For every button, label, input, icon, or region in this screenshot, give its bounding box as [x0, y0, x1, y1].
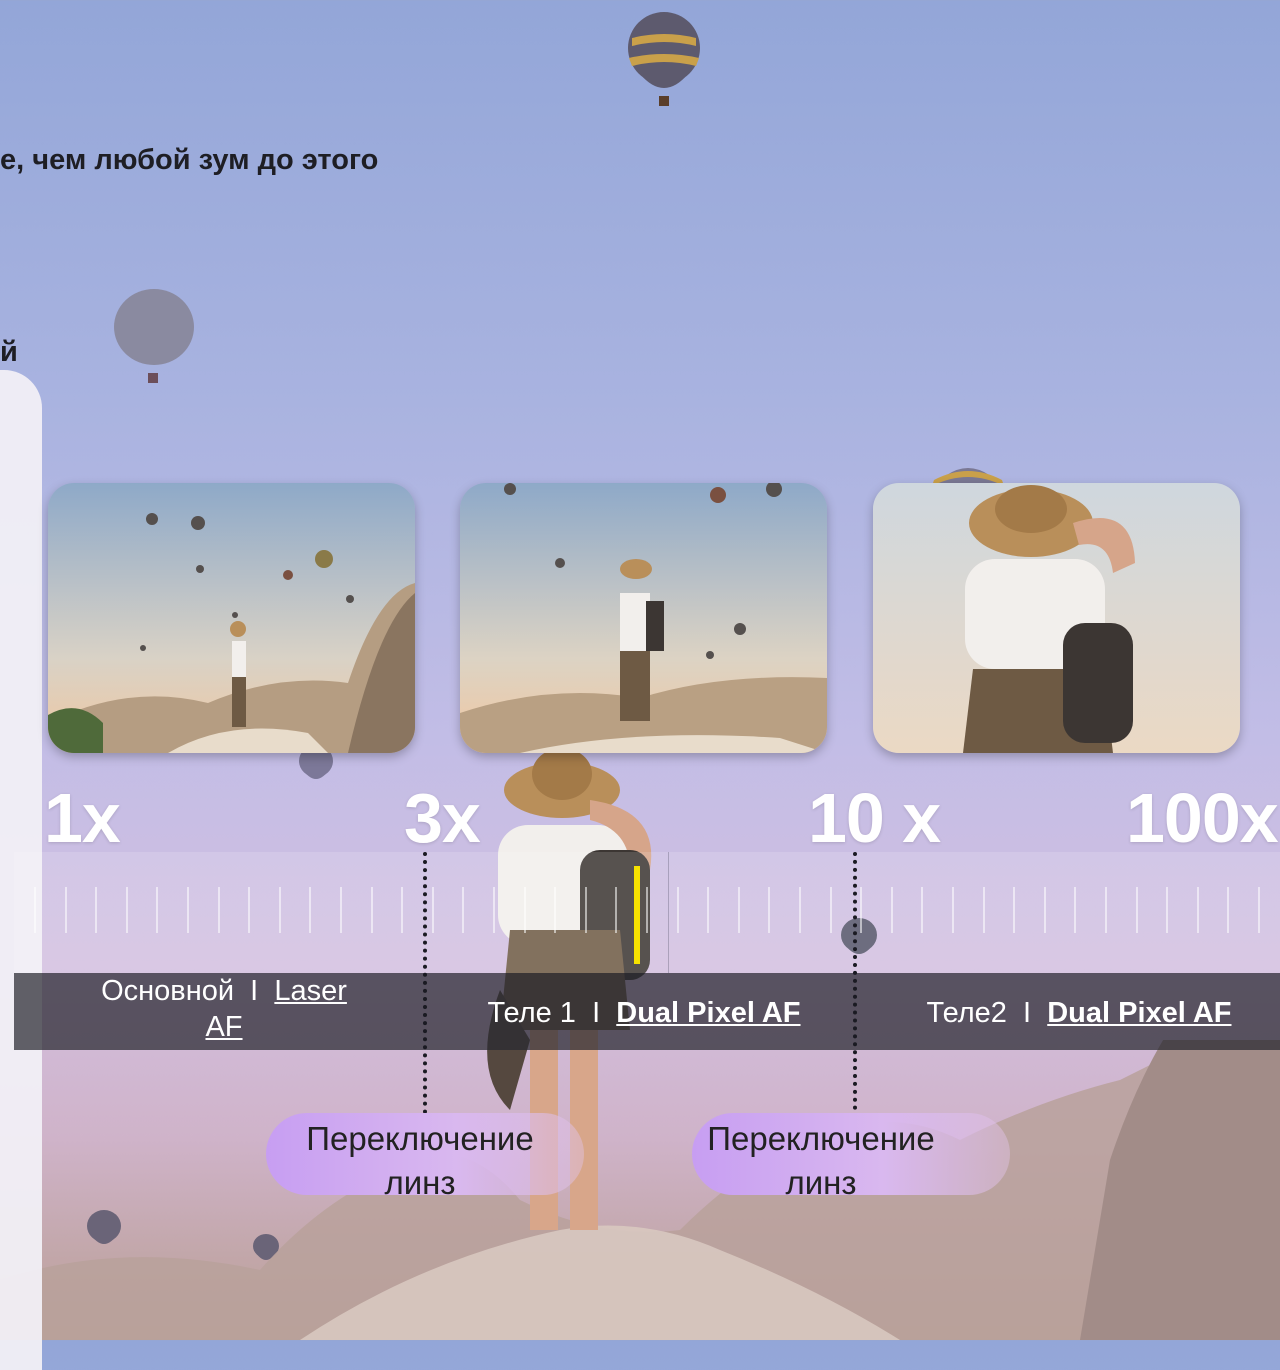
zoom-label-3x: 3x [404, 779, 481, 857]
lens-switch-guide-3x [423, 852, 427, 1114]
lens-separator: I [250, 975, 259, 1007]
ruler-tick [431, 887, 434, 933]
ruler-tick [64, 887, 67, 933]
lens-main: Основной I Laser AF [74, 973, 374, 1045]
ruler-tick [707, 887, 710, 933]
lens-switch-label: Переключение линз [707, 1120, 935, 1201]
ruler-tick [1013, 887, 1016, 933]
zoom-indicator[interactable] [634, 866, 640, 964]
ruler-tick [1105, 887, 1107, 933]
ruler-tick [860, 887, 863, 933]
zoom-label-10x: 10 x [808, 779, 941, 857]
ruler-tick [34, 887, 36, 933]
ruler-tick [554, 887, 557, 933]
section-heading-fragment: й [0, 336, 18, 368]
ruler-tick [890, 887, 893, 933]
lens-tele1: Теле 1 I Dual Pixel AF [454, 995, 834, 1031]
lens-tele2-af-link[interactable]: Dual Pixel AF [1047, 997, 1231, 1029]
lens-tele2: Теле2 I Dual Pixel AF [894, 995, 1264, 1031]
ruler-tick [1135, 887, 1138, 933]
zoom-label-1x: 1x [44, 779, 121, 857]
ruler-tick [462, 887, 465, 933]
ruler-tick [278, 887, 281, 933]
ruler-tick [584, 887, 587, 933]
lens-separator: I [592, 997, 601, 1029]
ruler-tick [676, 887, 679, 933]
lens-switch-pill: Переключение линз [692, 1113, 1010, 1201]
lens-switch-guide-10x [853, 852, 857, 1110]
ruler-tick [248, 887, 251, 933]
lens-main-af-link-continued[interactable]: AF [205, 1011, 242, 1043]
ruler-tick [1043, 887, 1046, 933]
ruler-tick [952, 887, 954, 933]
ruler-tick [737, 887, 740, 933]
ruler-tick [1074, 887, 1077, 933]
lens-main-af-link[interactable]: Laser [274, 975, 347, 1007]
hot-air-balloon [114, 289, 194, 383]
lens-main-name: Основной [101, 975, 235, 1007]
ruler-tick [187, 887, 189, 933]
lens-switch-label: Переключение линз [306, 1120, 534, 1201]
zoom-ruler[interactable] [14, 852, 1280, 973]
zoom-1x-thumbnail [48, 483, 415, 753]
ruler-tick [1196, 887, 1199, 933]
ruler-tick [401, 887, 404, 933]
ruler-tick [309, 887, 312, 933]
ruler-tick [646, 887, 648, 933]
zoom-label-100x: 100x [1126, 779, 1279, 857]
ruler-tick [921, 887, 924, 933]
zoom-3x-thumbnail [460, 483, 827, 753]
lens-separator: I [1023, 997, 1032, 1029]
ruler-tick [799, 887, 801, 933]
ruler-tick [340, 887, 342, 933]
ruler-tick [217, 887, 220, 933]
lens-switch-pill: Переключение линз [266, 1113, 584, 1201]
ruler-tick [982, 887, 985, 933]
lens-tele1-name: Теле 1 [487, 997, 576, 1029]
ruler-tick [125, 887, 128, 933]
section-heading: е, чем любой зум до этого [0, 144, 379, 176]
ruler-tick [1166, 887, 1169, 933]
zoom-10x-thumbnail [873, 483, 1240, 753]
ruler-tick [523, 887, 526, 933]
ruler-tick [370, 887, 373, 933]
lens-bar: Основной I Laser AF Теле 1 I Dual Pixel … [14, 973, 1280, 1050]
ruler-tick [615, 887, 618, 933]
ruler-tick [493, 887, 495, 933]
ruler-tick [156, 887, 159, 933]
ruler-tick [829, 887, 832, 933]
ruler-tick [768, 887, 771, 933]
ruler-tick [1227, 887, 1230, 933]
ruler-divider [668, 852, 669, 973]
lens-tele1-af-link[interactable]: Dual Pixel AF [616, 997, 800, 1029]
ruler-tick [95, 887, 98, 933]
ruler-tick [1258, 887, 1260, 933]
lens-tele2-name: Теле2 [926, 997, 1007, 1029]
hot-air-balloon [628, 12, 700, 106]
